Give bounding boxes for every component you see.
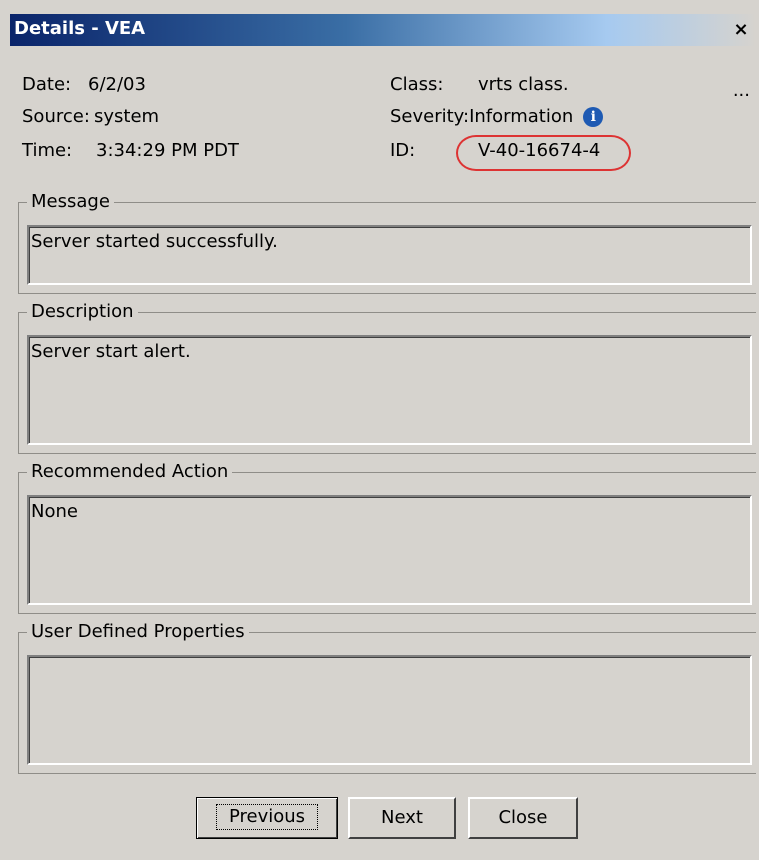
date-value: 6/2/03 bbox=[88, 74, 146, 95]
user-defined-properties-legend: User Defined Properties bbox=[27, 619, 249, 645]
source-value: system bbox=[94, 106, 160, 127]
description-group: Description Server start alert. bbox=[18, 299, 756, 454]
title-bar[interactable]: Details - VEA × bbox=[10, 14, 756, 46]
info-icon: i bbox=[583, 107, 604, 127]
date-label: Date: bbox=[22, 74, 72, 95]
time-value: 3:34:29 PM PDT bbox=[96, 140, 239, 161]
window-title: Details - VEA bbox=[14, 18, 146, 39]
description-text[interactable]: Server start alert. bbox=[27, 335, 752, 445]
description-legend: Description bbox=[27, 299, 138, 325]
id-highlight-ellipse bbox=[456, 135, 631, 171]
class-value: vrts class. bbox=[478, 74, 569, 95]
close-icon[interactable]: × bbox=[730, 19, 752, 41]
recommended-action-legend: Recommended Action bbox=[27, 459, 233, 485]
message-text[interactable]: Server started successfully. bbox=[27, 225, 752, 285]
details-dialog: Details - VEA × Date: 6/2/03 Source: syste… bbox=[0, 0, 759, 860]
user-defined-properties-group: User Defined Properties bbox=[18, 619, 756, 774]
previous-button[interactable]: Previous bbox=[196, 797, 338, 839]
event-info: Date: 6/2/03 Source: system Time: 3:34:29 P… bbox=[22, 72, 752, 182]
next-button[interactable]: Next bbox=[348, 797, 456, 839]
more-ellipsis[interactable]: ... bbox=[733, 80, 750, 101]
recommended-action-group: Recommended Action None bbox=[18, 459, 756, 614]
severity-row: Severity:Information i bbox=[390, 104, 604, 130]
message-group: Message Server started successfully. bbox=[18, 189, 756, 294]
severity-label: Severity: bbox=[390, 106, 470, 127]
severity-value: Information bbox=[469, 106, 574, 127]
previous-button-label: Previous bbox=[215, 804, 319, 830]
close-button[interactable]: Close bbox=[468, 797, 578, 839]
time-label: Time: bbox=[22, 140, 73, 161]
recommended-action-text[interactable]: None bbox=[27, 495, 752, 605]
date-row: Date: 6/2/03 bbox=[22, 72, 146, 98]
class-row: Class: vrts class. bbox=[390, 72, 569, 98]
time-row: Time: 3:34:29 PM PDT bbox=[22, 138, 239, 164]
class-label: Class: bbox=[390, 74, 444, 95]
user-defined-properties-text[interactable] bbox=[27, 655, 752, 765]
source-row: Source: system bbox=[22, 104, 159, 130]
source-label: Source: bbox=[22, 106, 90, 127]
message-legend: Message bbox=[27, 189, 114, 215]
